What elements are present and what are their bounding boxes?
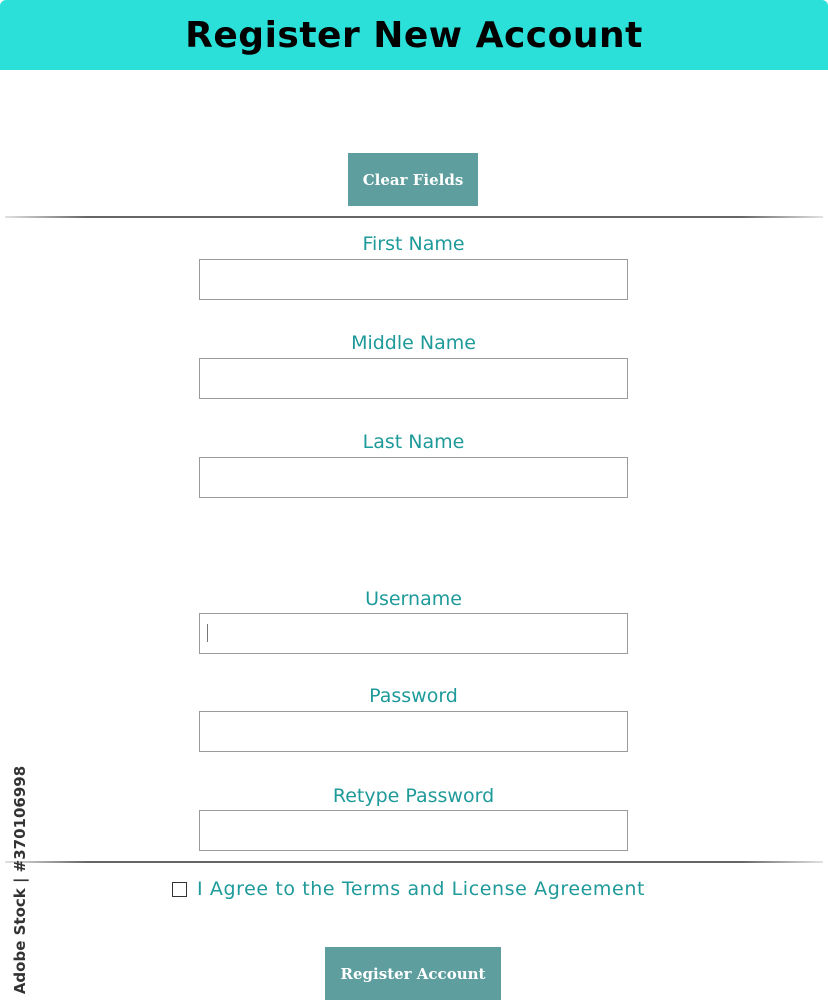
username-input[interactable]	[199, 613, 628, 654]
password-input[interactable]	[199, 711, 628, 752]
retype-password-input[interactable]	[199, 810, 628, 851]
password-label: Password	[369, 685, 458, 707]
bottom-divider	[5, 861, 823, 863]
username-label: Username	[365, 588, 462, 610]
first-name-label: First Name	[362, 233, 465, 255]
stock-watermark: Adobe Stock | #370106998	[6, 762, 34, 998]
page-title: Register New Account	[185, 14, 643, 56]
agree-label[interactable]: I Agree to the Terms and License Agreeme…	[197, 878, 645, 900]
agreement-row[interactable]: I Agree to the Terms and License Agreeme…	[172, 878, 645, 900]
register-account-button[interactable]: Register Account	[325, 947, 501, 1000]
middle-name-input[interactable]	[199, 358, 628, 399]
text-cursor	[207, 624, 208, 642]
watermark-text: Adobe Stock | #370106998	[11, 765, 30, 995]
page-header: Register New Account	[0, 0, 828, 70]
first-name-input[interactable]	[199, 259, 628, 300]
last-name-input[interactable]	[199, 457, 628, 498]
top-divider	[5, 216, 823, 218]
clear-fields-button[interactable]: Clear Fields	[348, 153, 478, 206]
middle-name-label: Middle Name	[351, 332, 476, 354]
retype-password-label: Retype Password	[332, 785, 495, 807]
agree-checkbox[interactable]	[172, 881, 187, 897]
last-name-label: Last Name	[362, 431, 465, 453]
